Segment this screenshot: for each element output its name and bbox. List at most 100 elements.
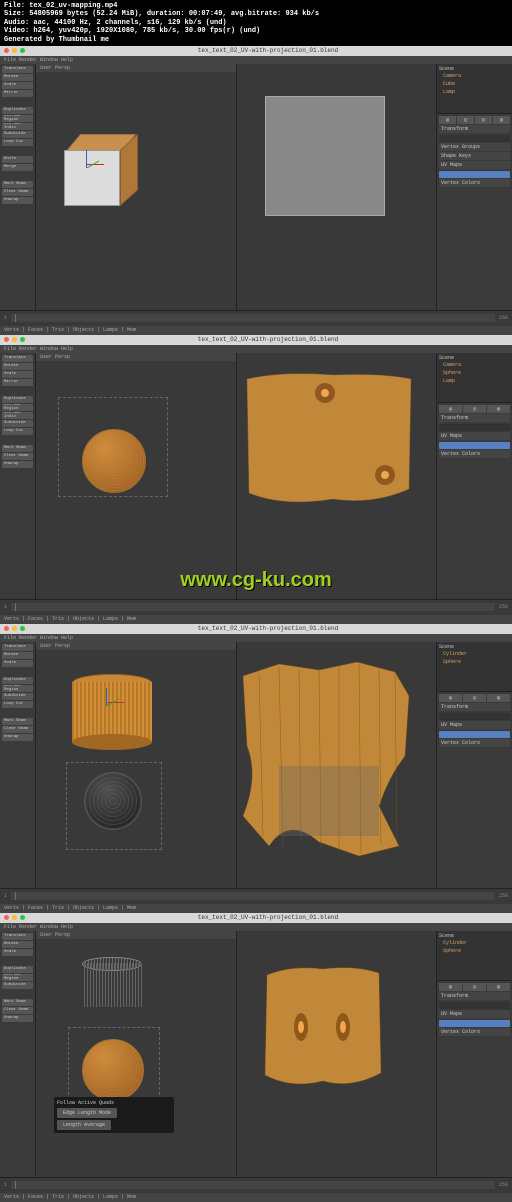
tool-loop-cut[interactable]: Loop Cut (2, 428, 33, 435)
tab-data[interactable]: ▩ (487, 983, 510, 991)
gizmo-y-axis[interactable] (106, 688, 107, 706)
outliner-item-lamp[interactable]: Lamp (439, 377, 510, 385)
tool-loop-cut[interactable]: Loop Cut (2, 701, 33, 708)
timeline[interactable]: 1 250 (0, 888, 512, 904)
top-menu-bar[interactable]: File Render Window Help (0, 634, 512, 642)
minimize-button[interactable] (12, 626, 17, 631)
uvmap-entry[interactable] (439, 171, 510, 178)
close-button[interactable] (4, 48, 9, 53)
timeline-track[interactable] (11, 1181, 495, 1189)
section-transform[interactable]: Transform (439, 703, 510, 711)
timeline[interactable]: 1 250 (0, 1177, 512, 1193)
tool-scale[interactable]: Scale (2, 371, 33, 378)
tool-mirror[interactable]: Mirror (2, 90, 33, 97)
tool-clear-seam[interactable]: Clear Seam (2, 189, 33, 196)
top-menu-bar[interactable]: File Render Window Help (0, 923, 512, 931)
popup-option-2[interactable]: Length Average (57, 1120, 111, 1130)
tab-object[interactable]: ▨ (463, 694, 486, 702)
section-uv-maps[interactable]: UV Maps (439, 161, 510, 169)
tool-duplicate[interactable]: Duplicate (2, 107, 33, 114)
tool-mark-seam[interactable]: Mark Seam (2, 181, 33, 188)
uv-image-editor[interactable] (237, 353, 437, 599)
close-button[interactable] (4, 337, 9, 342)
tool-subdivide[interactable]: Subdivide (2, 693, 33, 700)
tab-scene[interactable]: ▧ (457, 116, 474, 124)
timeline[interactable]: 1 250 (0, 599, 512, 615)
outliner-item-lamp[interactable]: Lamp (439, 88, 510, 96)
tool-scale[interactable]: Scale (2, 82, 33, 89)
uv-image-editor[interactable] (237, 931, 437, 1177)
timeline-track[interactable] (11, 603, 495, 611)
tool-rotate[interactable]: Rotate (2, 74, 33, 81)
tool-mirror[interactable]: Mirror (2, 379, 33, 386)
uv-layout[interactable] (265, 96, 385, 216)
outliner[interactable]: Scene Camera Cube Lamp (437, 64, 512, 114)
close-button[interactable] (4, 626, 9, 631)
outliner[interactable]: Scene Cylinder Sphere (437, 931, 512, 981)
timeline-cursor[interactable] (15, 314, 16, 322)
outliner-item-sphere[interactable]: Sphere (439, 658, 510, 666)
outliner[interactable]: Scene Camera Sphere Lamp (437, 353, 512, 403)
tool-translate[interactable]: Translate (2, 644, 33, 651)
uv-cylinder-unwrap[interactable] (239, 656, 415, 860)
property-tabs[interactable]: ▦ ▨ ▩ (439, 694, 510, 702)
outliner-item-cylinder[interactable]: Cylinder (439, 650, 510, 658)
menu-items[interactable]: File Render Window Help (4, 635, 73, 641)
tab-render[interactable]: ▦ (439, 116, 456, 124)
minimize-button[interactable] (12, 48, 17, 53)
tool-translate[interactable]: Translate (2, 355, 33, 362)
property-tabs[interactable]: ▦ ▨ ▩ (439, 405, 510, 413)
properties-panel[interactable]: ▦ ▨ ▩ Transform UV Maps Vertex Colors (437, 692, 512, 888)
tool-subdivide[interactable]: Subdivide (2, 982, 33, 989)
section-transform[interactable]: Transform (439, 414, 510, 422)
tool-shelf[interactable]: Translate Rotate Scale Duplicate Extrude… (0, 931, 36, 1177)
section-uv-maps[interactable]: UV Maps (439, 1010, 510, 1018)
section-vertex-colors[interactable]: Vertex Colors (439, 179, 510, 187)
tool-translate[interactable]: Translate (2, 66, 33, 73)
tool-mark-seam[interactable]: Mark Seam (2, 445, 33, 452)
outliner-item-sphere[interactable]: Sphere (439, 947, 510, 955)
property-tabs[interactable]: ▦ ▨ ▩ (439, 983, 510, 991)
properties-panel[interactable]: ▦ ▨ ▩ Transform UV Maps Vertex Colors (437, 403, 512, 599)
tool-duplicate[interactable]: Duplicate (2, 677, 33, 684)
section-uv-maps[interactable]: UV Maps (439, 432, 510, 440)
properties-panel[interactable]: ▦ ▧ ▨ ▩ Transform Vertex Groups Shape Ke… (437, 114, 512, 310)
tool-unwrap[interactable]: Unwrap (2, 734, 33, 741)
operator-popup[interactable]: Follow Active Quads Edge Length Mode Len… (54, 1097, 174, 1133)
cube-mesh[interactable] (64, 132, 134, 202)
uv-image-editor[interactable] (237, 642, 437, 888)
section-vertex-colors[interactable]: Vertex Colors (439, 1028, 510, 1036)
timeline-cursor[interactable] (15, 892, 16, 900)
outliner-item-cube[interactable]: Cube (439, 80, 510, 88)
tool-merge[interactable]: Merge (2, 164, 33, 171)
timeline-track[interactable] (11, 892, 495, 900)
gizmo-x-axis[interactable] (86, 164, 104, 165)
tool-extrude-region[interactable]: Extrude Region (2, 404, 33, 411)
prop-field[interactable] (439, 1002, 510, 1009)
menu-items[interactable]: File Render Window Help (4, 57, 73, 63)
timeline-cursor[interactable] (15, 603, 16, 611)
section-shape-keys[interactable]: Shape Keys (439, 152, 510, 160)
tool-scale[interactable]: Scale (2, 949, 33, 956)
tool-clear-seam[interactable]: Clear Seam (2, 453, 33, 460)
tool-mark-seam[interactable]: Mark Seam (2, 999, 33, 1006)
gizmo-x-axis[interactable] (106, 702, 124, 703)
tool-scale[interactable]: Scale (2, 660, 33, 667)
3d-viewport[interactable]: User Persp Follow Active Quads Edge Leng… (36, 931, 237, 1177)
tool-clear-seam[interactable]: Clear Seam (2, 726, 33, 733)
tool-rotate[interactable]: Rotate (2, 652, 33, 659)
maximize-button[interactable] (20, 337, 25, 342)
tool-mark-seam[interactable]: Mark Seam (2, 718, 33, 725)
tool-shelf[interactable]: Translate Rotate Scale Duplicate Extrude… (0, 642, 36, 888)
section-uv-maps[interactable]: UV Maps (439, 721, 510, 729)
section-vertex-colors[interactable]: Vertex Colors (439, 450, 510, 458)
prop-field[interactable] (439, 424, 510, 431)
outliner-item-cylinder[interactable]: Cylinder (439, 939, 510, 947)
timeline-cursor[interactable] (15, 1181, 16, 1189)
tab-render[interactable]: ▦ (439, 405, 462, 413)
3d-viewport[interactable]: User Persp (36, 642, 237, 888)
outliner[interactable]: Scene Cylinder Sphere (437, 642, 512, 692)
minimize-button[interactable] (12, 337, 17, 342)
minimize-button[interactable] (12, 915, 17, 920)
tab-object[interactable]: ▨ (463, 405, 486, 413)
